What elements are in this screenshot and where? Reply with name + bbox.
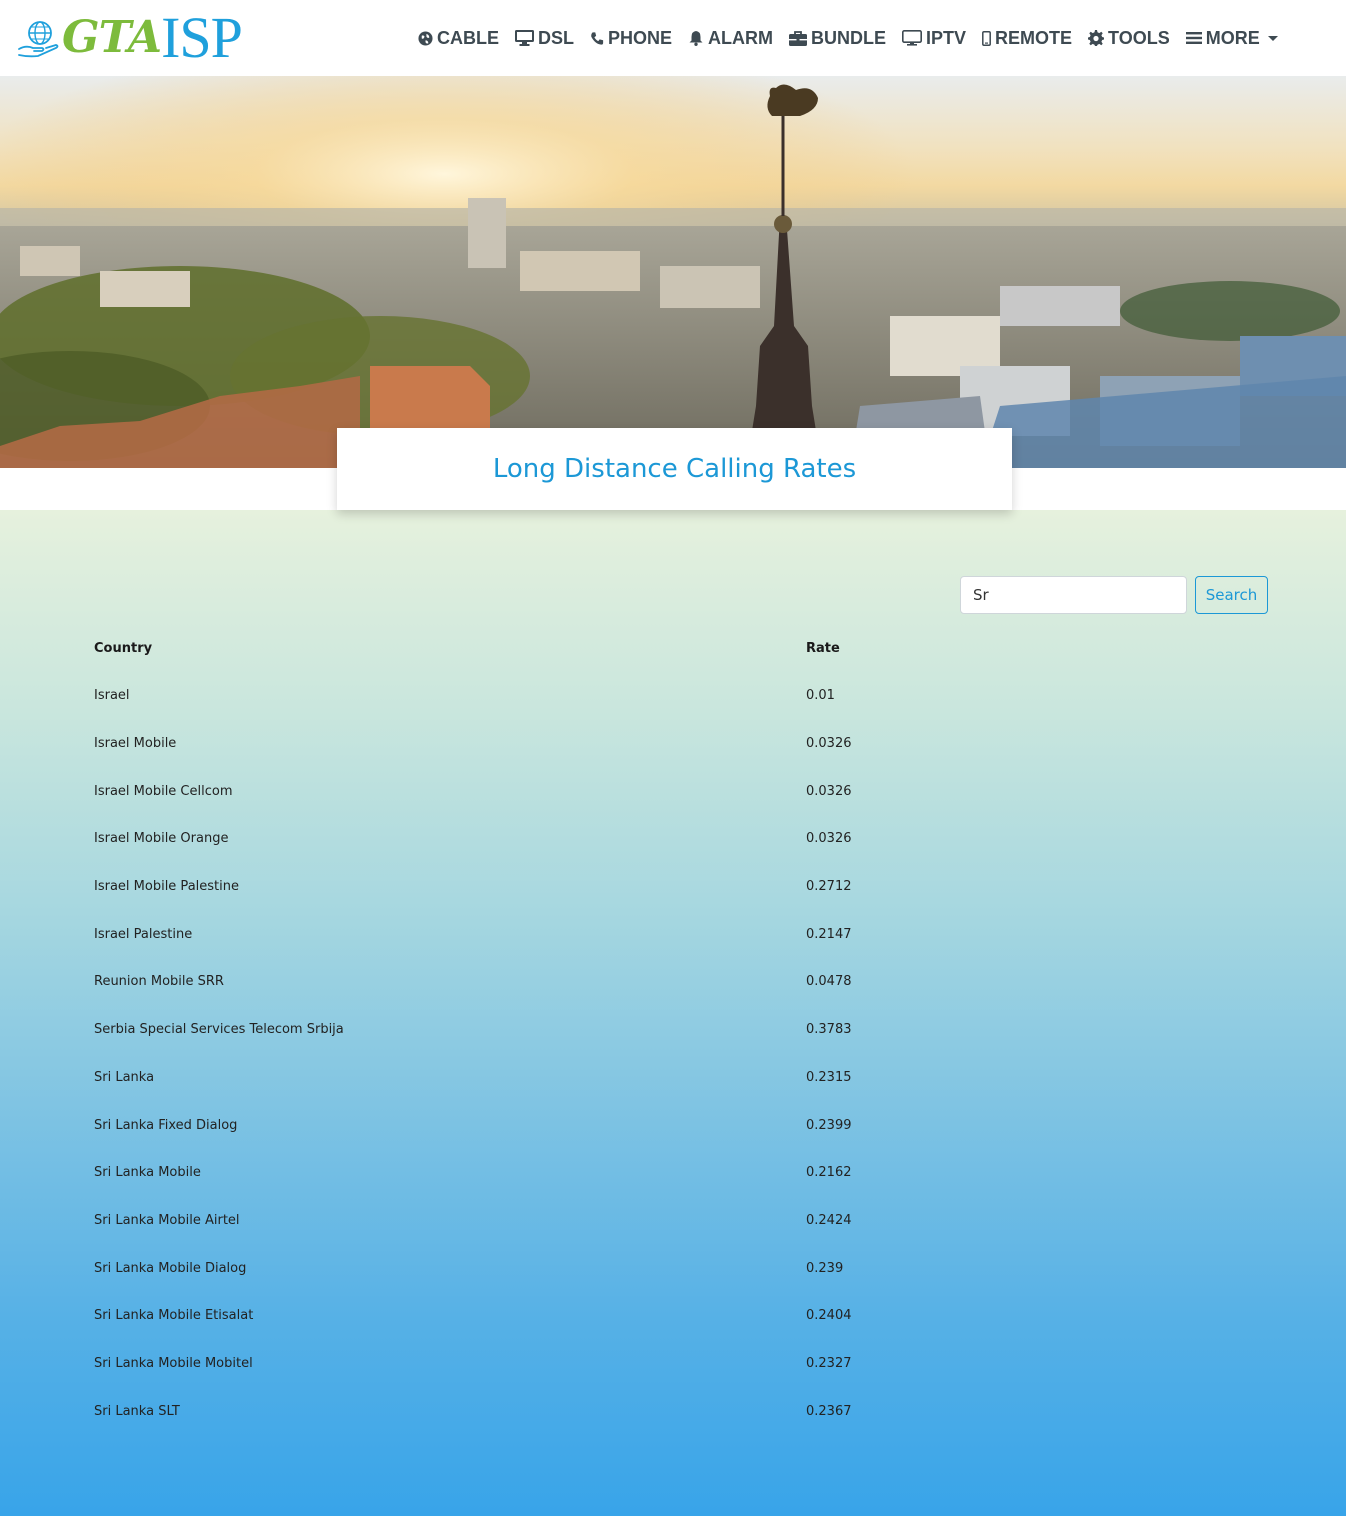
mobile-icon	[982, 30, 991, 46]
rate-cell: 0.2424	[806, 1212, 852, 1228]
rate-cell: 0.0478	[806, 974, 852, 990]
table-row: Sri Lanka Mobile 0.2162	[94, 1149, 1254, 1197]
nav-item-remote[interactable]: REMOTE	[982, 28, 1072, 49]
gear-icon	[1088, 30, 1105, 46]
table-row: Sri Lanka Mobile Mobitel 0.2327	[94, 1340, 1254, 1388]
navbar: GTA ISP CABLE DSL PHONE ALARM BUNDLE IPT…	[0, 0, 1346, 76]
brand-name-part2: ISP	[161, 5, 243, 70]
table-row: Israel Mobile Cellcom 0.0326	[94, 767, 1254, 815]
phone-icon	[591, 31, 604, 45]
country-cell: Sri Lanka Mobile Mobitel	[94, 1355, 253, 1371]
nav-label-cable: CABLE	[437, 27, 499, 48]
nav-label-bundle: BUNDLE	[811, 27, 887, 48]
nav-label-remote: REMOTE	[995, 27, 1073, 48]
rate-cell: 0.0326	[806, 783, 852, 799]
nav-item-cable[interactable]: CABLE	[418, 28, 499, 49]
table-row: Sri Lanka 0.2315	[94, 1054, 1254, 1102]
rate-cell: 0.2162	[806, 1165, 852, 1181]
nav-item-bundle[interactable]: BUNDLE	[789, 28, 886, 49]
table-header-row: Country Rate	[94, 625, 1254, 672]
table-row: Sri Lanka Mobile Dialog 0.239	[94, 1244, 1254, 1292]
nav-label-alarm: ALARM	[708, 27, 774, 48]
page-title-card: Long Distance Calling Rates	[337, 428, 1012, 510]
table-row: Reunion Mobile SRR 0.0478	[94, 958, 1254, 1006]
country-cell: Israel Mobile Orange	[94, 831, 229, 847]
table-row: Israel Mobile Palestine 0.2712	[94, 863, 1254, 911]
menu-icon	[1185, 32, 1202, 44]
nav-label-phone: PHONE	[608, 27, 673, 48]
column-header-rate: Rate	[806, 641, 840, 656]
table-row: Sri Lanka Mobile Airtel 0.2424	[94, 1197, 1254, 1245]
rate-cell: 0.3783	[806, 1022, 852, 1038]
chevron-down-icon	[1267, 35, 1278, 41]
page-title: Long Distance Calling Rates	[492, 454, 857, 484]
country-cell: Sri Lanka Fixed Dialog	[94, 1117, 238, 1133]
hero-image	[0, 76, 1346, 468]
nav-item-tools[interactable]: TOOLS	[1088, 28, 1170, 49]
country-cell: Sri Lanka	[94, 1069, 155, 1085]
rate-cell: 0.239	[806, 1260, 844, 1276]
table-row: Sri Lanka SLT 0.2367	[94, 1387, 1254, 1435]
rate-cell: 0.2315	[806, 1069, 852, 1085]
search-button[interactable]: Search	[1195, 576, 1268, 614]
country-cell: Sri Lanka Mobile Dialog	[94, 1260, 247, 1276]
rate-cell: 0.2399	[806, 1117, 852, 1133]
brand-logo[interactable]: GTA ISP	[16, 5, 266, 70]
country-cell: Sri Lanka Mobile Airtel	[94, 1212, 240, 1228]
rate-cell: 0.2367	[806, 1403, 852, 1419]
rate-cell: 0.2327	[806, 1355, 852, 1371]
rates-table: Country Rate Israel 0.01 Israel Mobile 0.0…	[94, 625, 1254, 1435]
country-cell: Israel Mobile Cellcom	[94, 783, 233, 799]
tv-icon	[902, 30, 923, 46]
table-row: Serbia Special Services Telecom Srbija 0.…	[94, 1006, 1254, 1054]
bell-icon	[689, 31, 703, 46]
nav-label-tools: TOOLS	[1108, 27, 1170, 48]
nav-item-iptv[interactable]: IPTV	[902, 28, 966, 49]
rate-cell: 0.2147	[806, 926, 852, 942]
main-nav: CABLE DSL PHONE ALARM BUNDLE IPTV REMOTE	[418, 24, 1294, 52]
globe-hand-logo-icon	[18, 21, 59, 58]
search-input[interactable]	[960, 576, 1187, 614]
nav-label-dsl: DSL	[538, 27, 574, 48]
nav-label-iptv: IPTV	[926, 27, 967, 48]
table-row: Sri Lanka Fixed Dialog 0.2399	[94, 1101, 1254, 1149]
table-row: Israel Mobile 0.0326	[94, 720, 1254, 768]
table-row: Israel 0.01	[94, 672, 1254, 720]
rate-cell: 0.0326	[806, 736, 852, 752]
column-header-country: Country	[94, 641, 153, 656]
nav-item-more[interactable]: MORE	[1185, 27, 1278, 49]
country-cell: Reunion Mobile SRR	[94, 974, 224, 990]
globe-icon	[418, 30, 433, 46]
country-cell: Israel Mobile	[94, 736, 177, 752]
country-cell: Israel	[94, 688, 130, 704]
nav-label-more: MORE	[1205, 27, 1260, 48]
nav-item-dsl[interactable]: DSL	[515, 28, 574, 49]
table-row: Israel Palestine 0.2147	[94, 910, 1254, 958]
rate-cell: 0.0326	[806, 831, 852, 847]
city-skyline-illustration	[0, 76, 1346, 468]
country-cell: Sri Lanka Mobile	[94, 1165, 201, 1181]
table-row: Israel Mobile Orange 0.0326	[94, 815, 1254, 863]
rate-cell: 0.2404	[806, 1308, 852, 1324]
table-row: Sri Lanka Mobile Etisalat 0.2404	[94, 1292, 1254, 1340]
nav-item-alarm[interactable]: ALARM	[688, 28, 773, 49]
country-cell: Sri Lanka Mobile Etisalat	[94, 1308, 254, 1324]
brand-name-part1: GTA	[62, 12, 162, 63]
country-cell: Serbia Special Services Telecom Srbija	[94, 1022, 344, 1038]
desktop-icon	[515, 30, 534, 46]
country-cell: Israel Palestine	[94, 926, 193, 942]
briefcase-icon	[789, 30, 808, 46]
rate-cell: 0.01	[806, 688, 835, 704]
nav-item-phone[interactable]: PHONE	[590, 28, 672, 49]
country-cell: Israel Mobile Palestine	[94, 879, 239, 895]
country-cell: Sri Lanka SLT	[94, 1403, 180, 1419]
rates-section: Search Country Rate Israel 0.01 Israel Mo…	[0, 510, 1346, 1516]
rate-cell: 0.2712	[806, 879, 852, 895]
